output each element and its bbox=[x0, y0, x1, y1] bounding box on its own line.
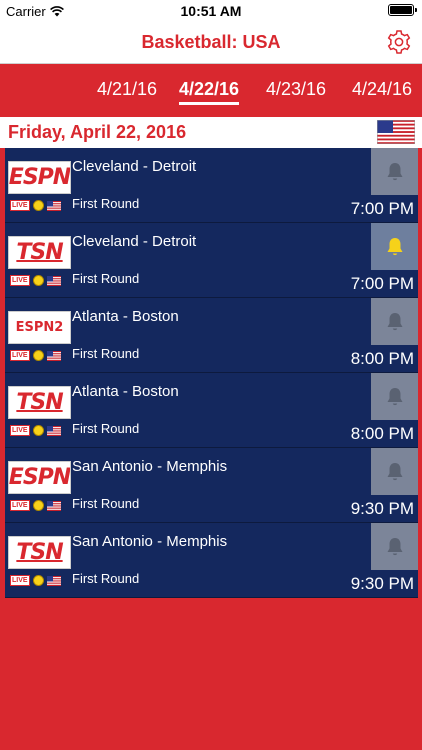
day-header: Friday, April 22, 2016 bbox=[0, 117, 422, 148]
battery-icon bbox=[388, 4, 417, 16]
status-bar: Carrier 10:51 AM bbox=[0, 0, 422, 22]
bell-icon bbox=[387, 537, 402, 555]
espn-logo: ESPN bbox=[8, 161, 71, 194]
game-row[interactable]: TSN LIVE Cleveland - Detroit First Round… bbox=[5, 223, 418, 298]
date-tab-2[interactable]: 4/23/16 bbox=[266, 79, 326, 100]
game-time: 7:00 PM bbox=[350, 199, 414, 218]
battery-fill bbox=[390, 6, 412, 14]
matchup: Cleveland - Detroit bbox=[72, 233, 197, 250]
game-row[interactable]: TSN LIVE Atlanta - Boston First Round 8:… bbox=[5, 373, 418, 448]
bell-icon bbox=[387, 237, 402, 255]
round-label: First Round bbox=[72, 496, 140, 511]
page-title: Basketball: USA bbox=[141, 32, 281, 52]
matchup: Atlanta - Boston bbox=[72, 308, 179, 325]
live-badge: LIVE bbox=[10, 575, 30, 586]
channel-name: TSN bbox=[16, 389, 63, 415]
basketball-icon bbox=[32, 500, 44, 511]
reminder-button[interactable] bbox=[371, 298, 418, 345]
channel-name: ESPN bbox=[8, 164, 71, 190]
basketball-icon bbox=[32, 425, 44, 436]
basketball-icon bbox=[32, 350, 44, 361]
us-flag-icon bbox=[46, 275, 61, 286]
us-flag-icon bbox=[46, 200, 61, 211]
game-time: 9:30 PM bbox=[350, 499, 414, 518]
game-time: 9:30 PM bbox=[350, 574, 414, 593]
round-label: First Round bbox=[72, 271, 140, 286]
espn-logo: ESPN bbox=[8, 461, 71, 494]
date-tab-1[interactable]: 4/22/16 bbox=[179, 79, 240, 105]
bell-icon bbox=[387, 312, 402, 330]
live-badge: LIVE bbox=[10, 350, 30, 361]
bell-icon bbox=[387, 387, 402, 405]
channel-name: TSN bbox=[16, 239, 63, 265]
channel-name: ESPN bbox=[8, 464, 71, 490]
game-row[interactable]: ESPN LIVE Cleveland - Detroit First Roun… bbox=[5, 148, 418, 223]
us-flag-icon bbox=[46, 575, 61, 586]
matchup: Cleveland - Detroit bbox=[72, 158, 197, 175]
us-flag-icon bbox=[46, 500, 61, 511]
games-list: ESPN LIVE Cleveland - Detroit First Roun… bbox=[5, 148, 418, 598]
game-time: 8:00 PM bbox=[350, 424, 414, 443]
channel-name: ESPN2 bbox=[15, 320, 64, 335]
reminder-button[interactable] bbox=[371, 148, 418, 195]
game-time: 7:00 PM bbox=[350, 274, 414, 293]
reminder-button[interactable] bbox=[371, 223, 418, 270]
live-badge: LIVE bbox=[10, 425, 30, 436]
us-flag-icon bbox=[377, 120, 415, 144]
matchup: San Antonio - Memphis bbox=[72, 533, 228, 550]
game-row[interactable]: TSN LIVE San Antonio - Memphis First Rou… bbox=[5, 523, 418, 598]
tsn-logo: TSN bbox=[8, 236, 71, 269]
basketball-icon bbox=[32, 575, 44, 586]
basketball-icon bbox=[32, 200, 44, 211]
us-flag-icon bbox=[46, 425, 61, 436]
nav-bar: Basketball: USA bbox=[0, 22, 422, 64]
tsn-logo: TSN bbox=[8, 536, 71, 569]
round-label: First Round bbox=[72, 421, 140, 436]
reminder-button[interactable] bbox=[371, 448, 418, 495]
badges: LIVE bbox=[10, 575, 61, 586]
tsn-logo: TSN bbox=[8, 386, 71, 419]
espn2-logo: ESPN2 bbox=[8, 311, 71, 344]
date-tab-3[interactable]: 4/24/16 bbox=[352, 79, 412, 100]
round-label: First Round bbox=[72, 571, 140, 586]
status-right bbox=[388, 4, 417, 16]
round-label: First Round bbox=[72, 346, 140, 361]
round-label: First Round bbox=[72, 196, 140, 211]
badges: LIVE bbox=[10, 500, 61, 511]
status-time: 10:51 AM bbox=[180, 3, 242, 19]
date-tab-0[interactable]: 4/21/16 bbox=[97, 79, 157, 100]
live-badge: LIVE bbox=[10, 500, 30, 511]
matchup: San Antonio - Memphis bbox=[72, 458, 228, 475]
badges: LIVE bbox=[10, 200, 61, 211]
channel-name: TSN bbox=[16, 539, 63, 565]
badges: LIVE bbox=[10, 350, 61, 361]
matchup: Atlanta - Boston bbox=[72, 383, 179, 400]
badges: LIVE bbox=[10, 425, 61, 436]
badges: LIVE bbox=[10, 275, 61, 286]
bell-icon bbox=[387, 462, 402, 480]
reminder-button[interactable] bbox=[371, 373, 418, 420]
us-flag-icon bbox=[46, 350, 61, 361]
live-badge: LIVE bbox=[10, 275, 30, 286]
live-badge: LIVE bbox=[10, 200, 30, 211]
basketball-icon bbox=[32, 275, 44, 286]
reminder-button[interactable] bbox=[371, 523, 418, 570]
gear-icon[interactable] bbox=[386, 29, 412, 55]
day-title: Friday, April 22, 2016 bbox=[8, 122, 187, 142]
bell-icon bbox=[387, 162, 402, 180]
date-tabs: 4/21/16 4/22/16 4/23/16 4/24/16 bbox=[0, 65, 422, 115]
game-row[interactable]: ESPN2 LIVE Atlanta - Boston First Round … bbox=[5, 298, 418, 373]
game-time: 8:00 PM bbox=[350, 349, 414, 368]
game-row[interactable]: ESPN LIVE San Antonio - Memphis First Ro… bbox=[5, 448, 418, 523]
